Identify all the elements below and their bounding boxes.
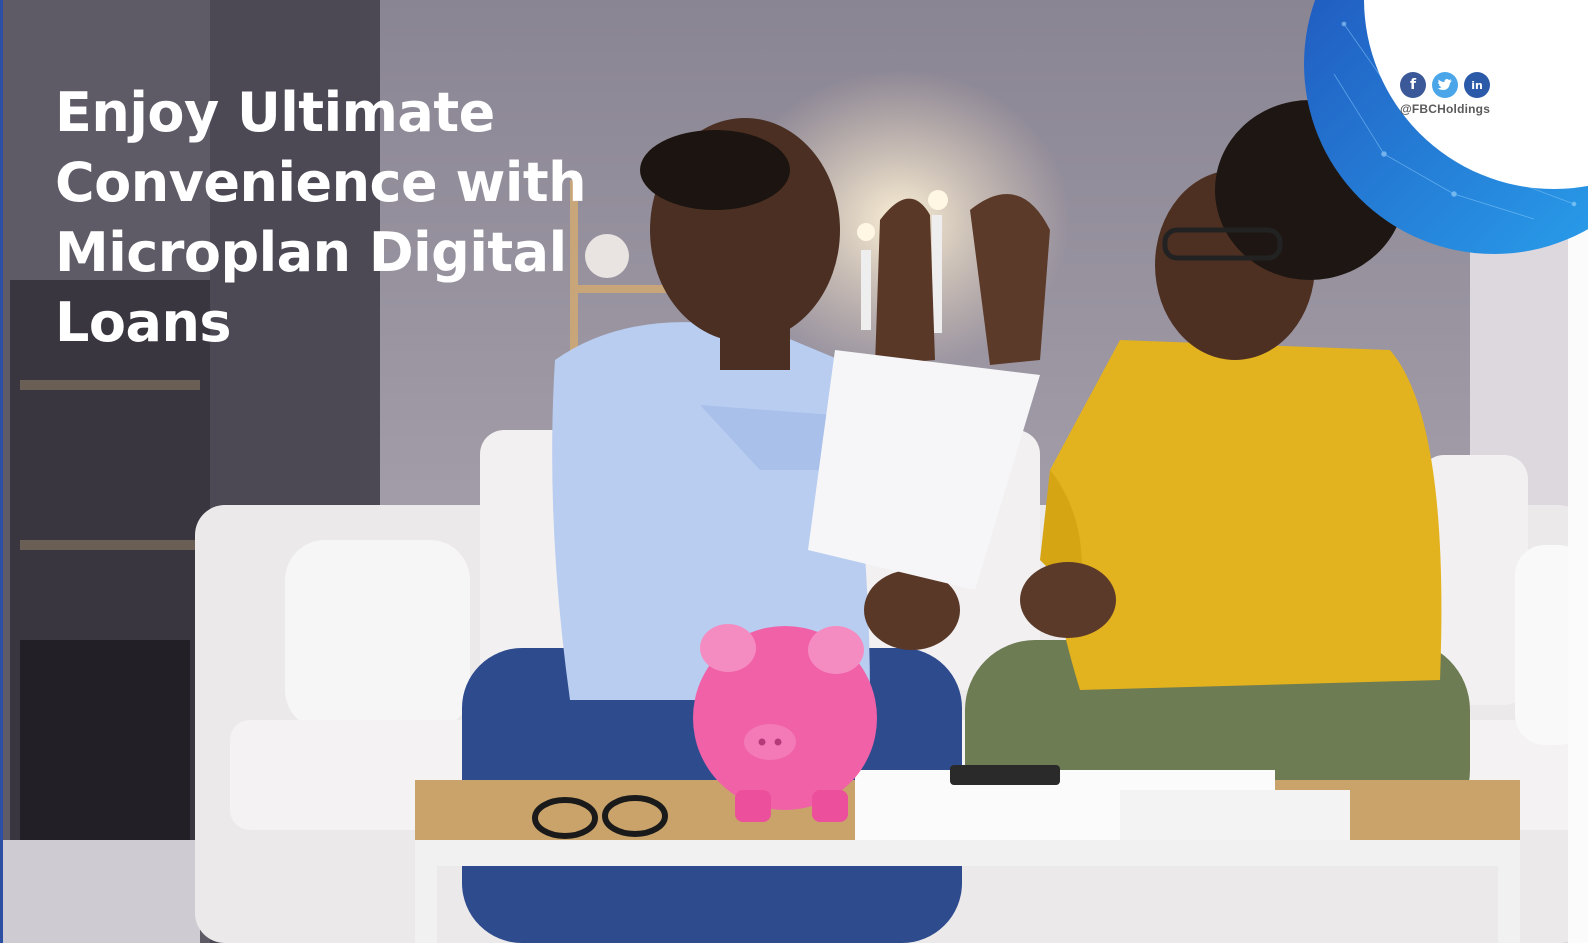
- social-icons: f in: [1400, 72, 1490, 98]
- headline-line: Microplan Digital: [55, 221, 567, 284]
- brand-badge: [1304, 0, 1588, 254]
- headline-line: Convenience with: [55, 151, 587, 214]
- headline-line: Enjoy Ultimate: [55, 81, 495, 144]
- left-edge-stripe: [0, 0, 3, 943]
- headline: Enjoy Ultimate Convenience with Micropla…: [55, 78, 595, 358]
- headline-line: Loans: [55, 291, 232, 354]
- linkedin-icon[interactable]: in: [1464, 72, 1490, 98]
- banner: Enjoy Ultimate Convenience with Micropla…: [0, 0, 1588, 943]
- facebook-icon[interactable]: f: [1400, 72, 1426, 98]
- twitter-icon[interactable]: [1432, 72, 1458, 98]
- social-handle: @FBCHoldings: [1400, 102, 1491, 116]
